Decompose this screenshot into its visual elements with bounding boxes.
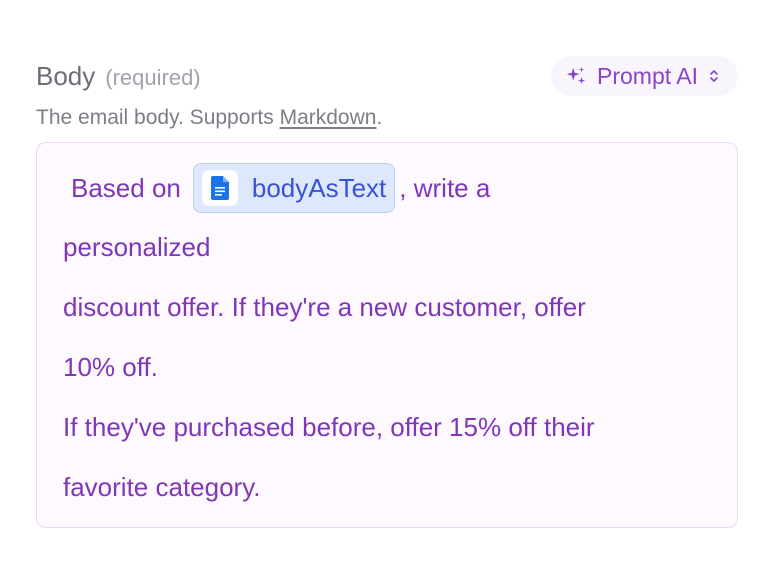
- prompt-ai-button[interactable]: Prompt AI: [551, 56, 738, 96]
- label-wrap: Body (required): [36, 61, 201, 92]
- editor-line: 10% off.: [63, 352, 158, 382]
- field-header: Body (required) Prompt AI: [36, 56, 738, 96]
- editor-line: favorite category.: [63, 472, 261, 502]
- chevron-up-down-icon: [708, 68, 720, 84]
- markdown-link[interactable]: Markdown: [280, 106, 377, 129]
- line1-after: , write a: [399, 173, 491, 203]
- variable-chip[interactable]: bodyAsText: [192, 163, 396, 213]
- help-suffix: .: [376, 106, 383, 129]
- editor-line: Based on bodyAsText , write a: [63, 159, 717, 217]
- editor-line: personalized: [63, 232, 211, 262]
- editor-line: discount offer. If they're a new custome…: [63, 292, 586, 322]
- editor-line: If they've purchased before, offer 15% o…: [63, 412, 595, 442]
- sparkles-icon: [565, 65, 587, 87]
- help-prefix: The email body. Supports: [36, 106, 280, 129]
- field-label: Body: [36, 60, 96, 91]
- field-help-text: The email body. Supports Markdown.: [36, 106, 738, 132]
- body-editor[interactable]: Based on bodyAsText , write a personaliz…: [36, 142, 738, 528]
- line1-before: Based on: [71, 173, 181, 203]
- prompt-ai-label: Prompt AI: [597, 62, 698, 89]
- variable-chip-label: bodyAsText: [251, 173, 387, 203]
- google-docs-icon: [201, 170, 238, 206]
- required-indicator: (required): [105, 64, 201, 90]
- body-field: Body (required) Prompt AI The email body…: [36, 56, 738, 528]
